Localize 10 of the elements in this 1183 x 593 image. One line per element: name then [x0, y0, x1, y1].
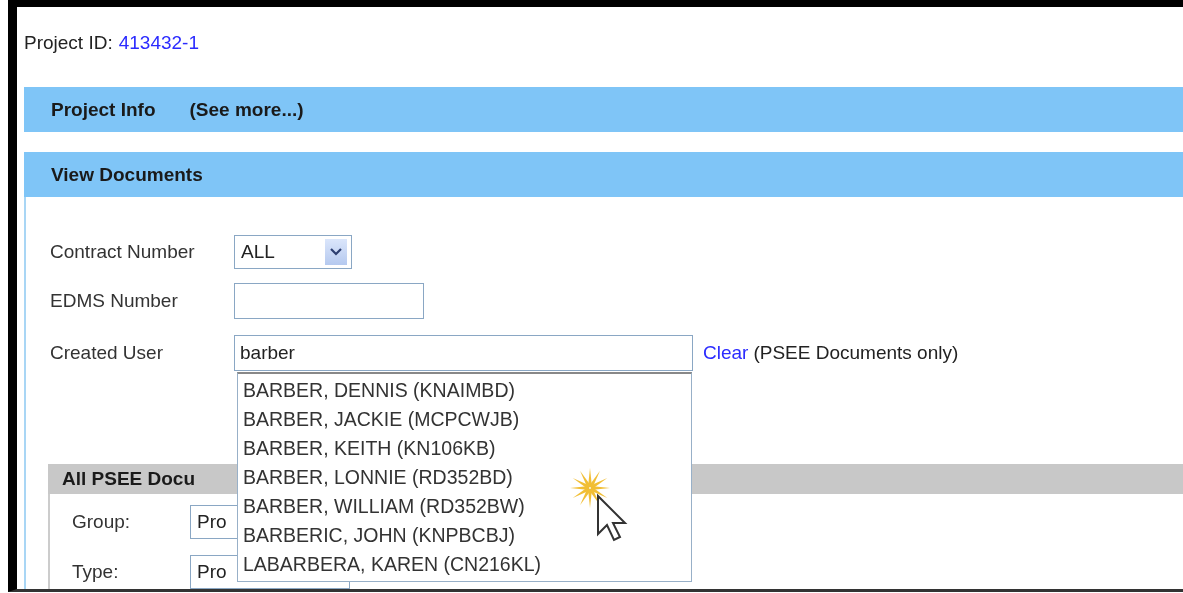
- field-label: Type:: [72, 561, 120, 583]
- section-title: Project Info: [51, 98, 156, 121]
- field-label: Created User: [50, 342, 164, 364]
- field-label: Group:: [72, 511, 132, 533]
- field-label: Contract Number: [50, 241, 196, 263]
- section-title: View Documents: [51, 163, 203, 186]
- subsection-title: All PSEE Docu: [62, 468, 196, 490]
- project-id-label: Project ID:: [24, 32, 113, 54]
- field-note: (PSEE Documents only): [753, 342, 959, 364]
- field-label: EDMS Number: [50, 290, 179, 312]
